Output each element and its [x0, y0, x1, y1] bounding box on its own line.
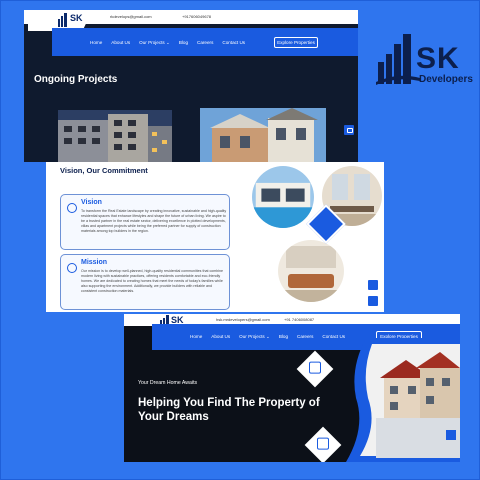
nav-careers[interactable]: Careers — [297, 334, 313, 340]
topbar-phone[interactable]: +91 7406008087 — [284, 317, 314, 322]
houses-hero-image — [346, 338, 460, 462]
logo-text: SK — [70, 13, 83, 23]
nav-careers[interactable]: Careers — [197, 40, 213, 46]
section-title: Vision, Our Commitment — [60, 166, 148, 175]
scroll-top-button[interactable] — [368, 296, 378, 306]
topbar-email[interactable]: hsk.mrdevelopers@gmail.com — [216, 317, 270, 322]
logo-buildings-icon — [58, 13, 67, 27]
topbar-phone[interactable]: +917606049678 — [182, 14, 211, 19]
house-badge-icon — [296, 350, 334, 388]
nav-contact[interactable]: Contact Us — [222, 40, 245, 46]
villa-pool-image — [250, 164, 316, 230]
chat-widget-button[interactable] — [368, 280, 378, 290]
brand-tagline: Developers — [419, 74, 473, 85]
chat-widget-button[interactable] — [446, 430, 456, 440]
chat-widget-button[interactable] — [344, 125, 354, 135]
interior-living-image — [278, 240, 344, 302]
topbar-email[interactable]: rkdevelops@gmail.com — [110, 14, 152, 19]
vision-commitment-screenshot: Vision, Our Commitment Vision To transfo… — [46, 162, 384, 312]
mission-title: Mission — [81, 259, 108, 266]
project-image-apartments[interactable] — [58, 110, 172, 162]
nav-about[interactable]: About Us — [111, 40, 130, 46]
eye-icon — [67, 203, 77, 213]
vision-body: To transform the Real Estate landscape b… — [81, 209, 227, 234]
nav-projects[interactable]: Our Projects ⌄ — [139, 40, 170, 46]
hero-headline: Helping You Find The Property of Your Dr… — [138, 397, 320, 423]
hero-eyebrow: Your Dream Home Awaits — [138, 380, 198, 386]
brand-name: SK — [416, 42, 460, 75]
target-icon — [67, 263, 77, 273]
nav-blog[interactable]: Blog — [179, 40, 188, 46]
vision-title: Vision — [81, 199, 102, 206]
brand-logo: SK Developers — [376, 32, 476, 90]
page-heading: Ongoing Projects — [34, 74, 118, 85]
mission-card: Mission Our mission is to develop well-p… — [60, 254, 230, 310]
mission-body: Our mission is to develop well-planned, … — [81, 269, 224, 294]
nav-blog[interactable]: Blog — [279, 334, 288, 340]
project-image-villa[interactable] — [200, 108, 326, 162]
nav-projects[interactable]: Our Projects ⌄ — [239, 334, 270, 340]
vision-card: Vision To transform the Real Estate land… — [60, 194, 230, 250]
nav-home[interactable]: Home — [190, 334, 202, 340]
main-nav: Home About Us Our Projects ⌄ Blog Career… — [52, 28, 358, 56]
nav-about[interactable]: About Us — [211, 334, 230, 340]
explore-properties-button[interactable]: Explore Properties — [274, 37, 318, 48]
home-hero-screenshot: SK hsk.mrdevelopers@gmail.com +91 740600… — [124, 314, 460, 462]
nav-home[interactable]: Home — [90, 40, 102, 46]
ongoing-projects-screenshot: SK rkdevelops@gmail.com +917606049678 Ho… — [24, 10, 358, 162]
